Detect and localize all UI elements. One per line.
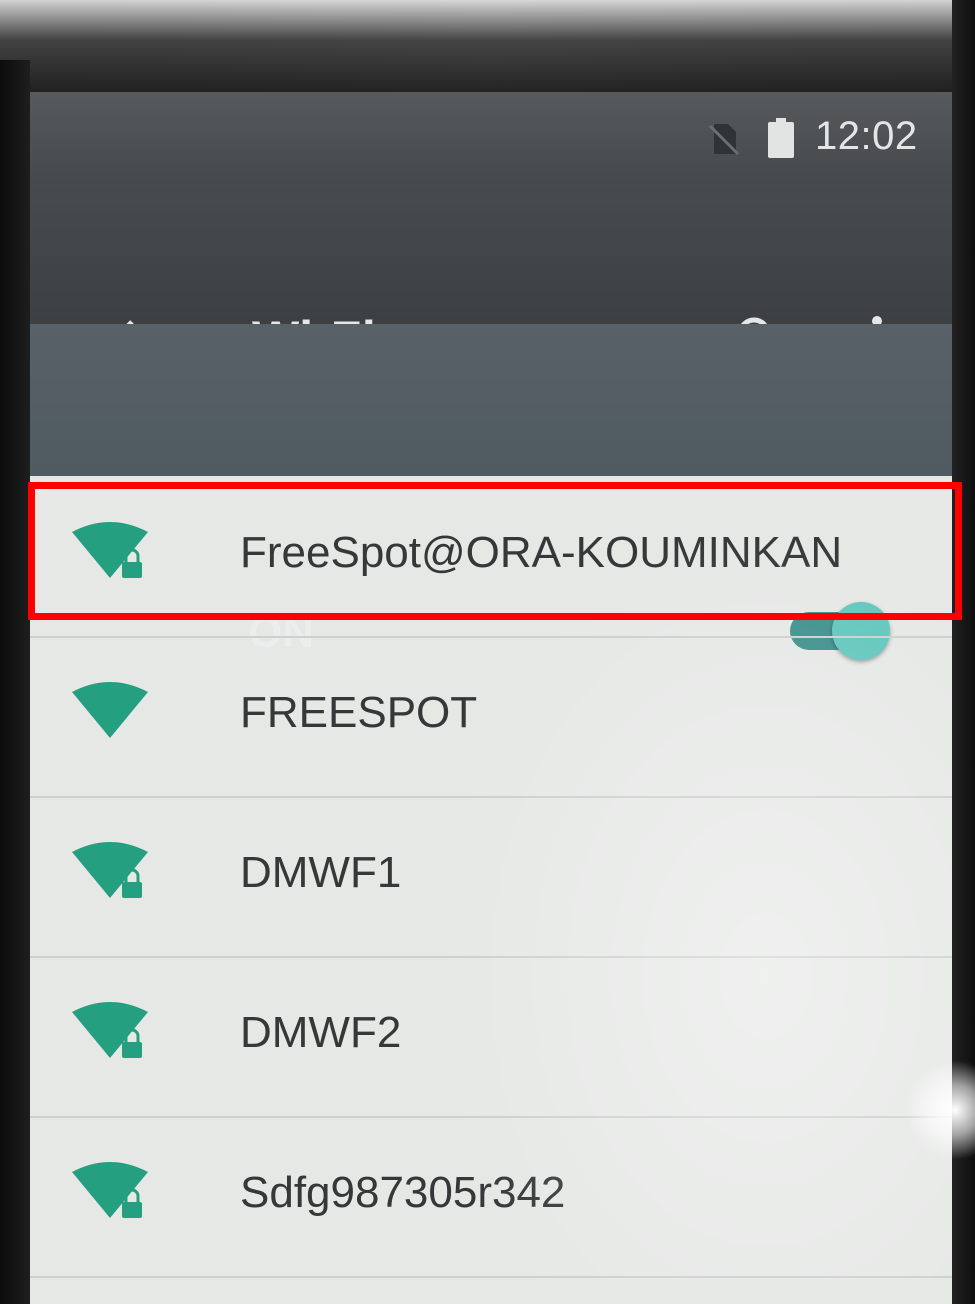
network-row-freespot[interactable]: FREESPOT xyxy=(30,636,952,798)
network-ssid: Sdfg987305r342 xyxy=(240,1168,566,1217)
wifi-master-switch-row[interactable]: ON xyxy=(30,324,952,660)
wifi-lock-icon xyxy=(72,1002,148,1058)
no-sim-icon xyxy=(708,124,740,156)
status-bar: 12:02 xyxy=(30,92,952,184)
status-clock: 12:02 xyxy=(815,114,918,158)
photo-frame: 12:02 Wi-Fi ON xyxy=(0,0,975,1304)
network-ssid: FreeSpot@ORA-KOUMINKAN xyxy=(240,528,843,577)
phone-screen: 12:02 Wi-Fi ON xyxy=(30,92,952,1304)
network-row-dmwf2[interactable]: DMWF2 xyxy=(30,956,952,1118)
network-list: FreeSpot@ORA-KOUMINKAN FREESPOT DMWF1 DM… xyxy=(30,476,952,1304)
device-edge-right xyxy=(952,0,975,1304)
wifi-lock-icon xyxy=(72,522,148,578)
network-row-sdfg987305r342[interactable]: Sdfg987305r342 xyxy=(30,1116,952,1278)
network-row-freespot-ora-kouminkan[interactable]: FreeSpot@ORA-KOUMINKAN xyxy=(30,476,952,638)
network-ssid: DMWF1 xyxy=(240,848,402,897)
device-edge-left xyxy=(0,60,30,1304)
battery-icon xyxy=(768,118,794,158)
wifi-icon xyxy=(72,682,148,738)
device-bezel xyxy=(0,0,975,100)
wifi-lock-icon xyxy=(72,842,148,898)
network-ssid: DMWF2 xyxy=(240,1008,402,1057)
network-ssid: FREESPOT xyxy=(240,688,478,737)
app-bar: Wi-Fi xyxy=(30,184,952,367)
wifi-lock-icon xyxy=(72,1162,148,1218)
network-row-dmwf1[interactable]: DMWF1 xyxy=(30,796,952,958)
